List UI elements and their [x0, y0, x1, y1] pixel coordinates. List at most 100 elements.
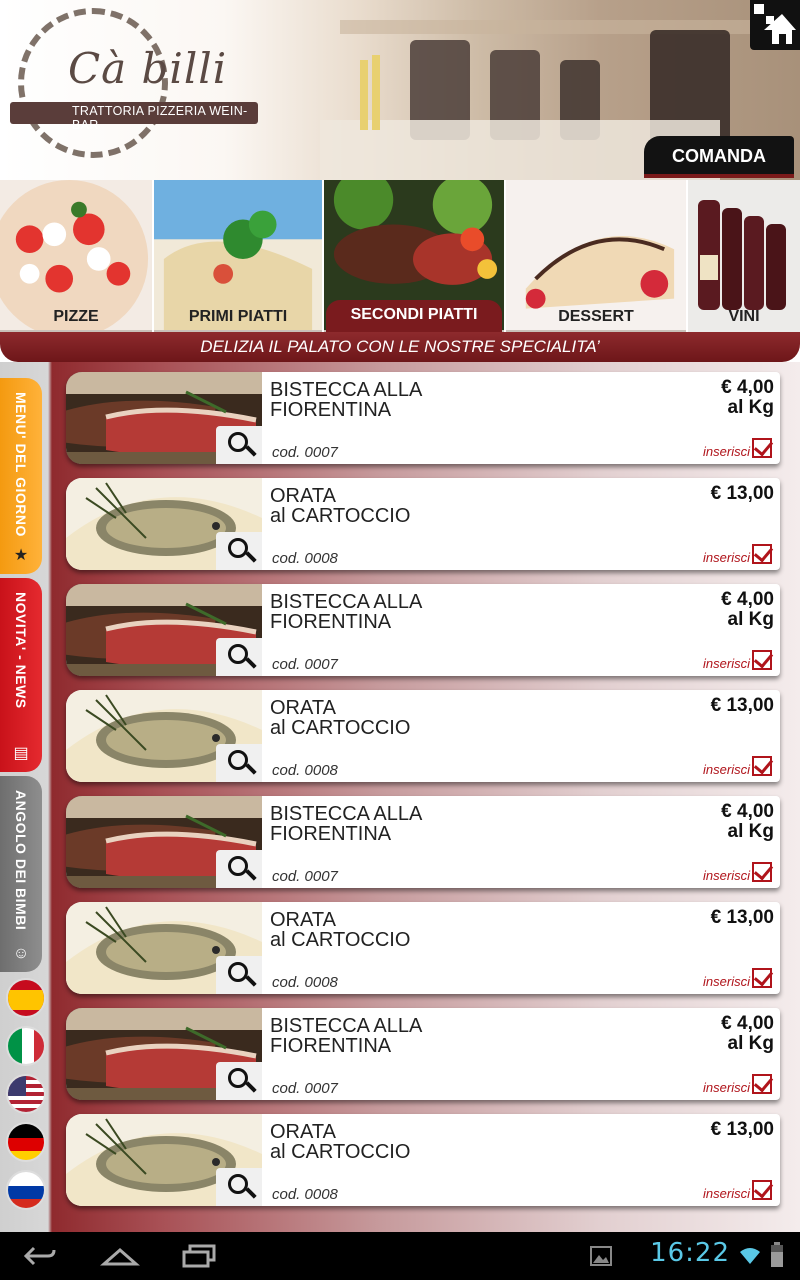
comanda-button[interactable]: COMANDA: [644, 136, 794, 178]
insert-label[interactable]: inserisci: [703, 656, 750, 671]
smiley-icon: ☺: [12, 945, 30, 962]
wifi-icon: [740, 1248, 760, 1264]
dish-code: cod. 0007: [272, 1080, 338, 1097]
dish-name-line1: ORATA: [270, 1121, 336, 1143]
recent-apps-icon[interactable]: [182, 1244, 218, 1268]
dish-name-line1: BISTECCA ALLA: [270, 803, 423, 825]
dish-price: € 13,00: [711, 908, 774, 928]
clock: 16:22: [650, 1238, 730, 1268]
dish-name-line2: FIORENTINA: [270, 1035, 392, 1057]
zoom-button[interactable]: [216, 850, 262, 888]
dish-item[interactable]: ORATA al CARTOCCIO cod. 0008 € 13,00 inseris…: [66, 478, 780, 570]
russia-flag[interactable]: [6, 1170, 46, 1210]
dish-price: € 4,00 al Kg: [721, 802, 774, 842]
dish-name: ORATA al CARTOCCIO: [270, 698, 410, 738]
dish-item[interactable]: BISTECCA ALLA FIORENTINA cod. 0007 € 4,00 al…: [66, 372, 780, 464]
price-value: € 4,00: [721, 377, 774, 398]
germany-flag[interactable]: [6, 1122, 46, 1162]
dish-name: BISTECCA ALLA FIORENTINA: [270, 592, 422, 632]
dish-code: cod. 0007: [272, 868, 338, 885]
insert-check-icon[interactable]: [752, 756, 772, 776]
price-value: € 13,00: [710, 907, 774, 928]
zoom-button[interactable]: [216, 1168, 262, 1206]
price-value: € 13,00: [710, 695, 774, 716]
dish-item[interactable]: BISTECCA ALLA FIORENTINA cod. 0007 € 4,00 al…: [66, 796, 780, 888]
insert-check-icon[interactable]: [752, 1074, 772, 1094]
news-icon: ▤: [13, 745, 29, 762]
dish-name: ORATA al CARTOCCIO: [270, 910, 410, 950]
tab-label: MENU' DEL GIORNO: [13, 392, 29, 537]
tab-menu-del-giorno[interactable]: MENU' DEL GIORNO ★: [0, 378, 42, 574]
dish-name-line1: BISTECCA ALLA: [270, 379, 423, 401]
insert-label[interactable]: inserisci: [703, 550, 750, 565]
dish-name-line2: al CARTOCCIO: [270, 929, 411, 951]
category-pizze[interactable]: PIZZE: [0, 180, 154, 332]
insert-check-icon[interactable]: [752, 544, 772, 564]
dish-item[interactable]: ORATA al CARTOCCIO cod. 0008 € 13,00 inseris…: [66, 902, 780, 994]
dish-name-line1: ORATA: [270, 697, 336, 719]
category-label: PRIMI PIATTI: [188, 308, 288, 325]
dish-name-line2: FIORENTINA: [270, 823, 392, 845]
category-vini[interactable]: VINI: [688, 180, 800, 332]
price-unit: al Kg: [727, 821, 774, 842]
price-unit: al Kg: [727, 397, 774, 418]
dish-price: € 4,00 al Kg: [721, 590, 774, 630]
logo-subtitle: TRATTORIA PIZZERIA WEIN-BAR: [72, 104, 248, 132]
gallery-icon: [590, 1246, 612, 1266]
dish-item[interactable]: ORATA al CARTOCCIO cod. 0008 € 13,00 inseris…: [66, 1114, 780, 1206]
price-value: € 4,00: [721, 1013, 774, 1034]
back-icon[interactable]: [22, 1242, 58, 1270]
insert-check-icon[interactable]: [752, 862, 772, 882]
dish-item[interactable]: BISTECCA ALLA FIORENTINA cod. 0007 € 4,00 al…: [66, 584, 780, 676]
insert-label[interactable]: inserisci: [703, 868, 750, 883]
dish-name-line1: BISTECCA ALLA: [270, 1015, 423, 1037]
insert-label[interactable]: inserisci: [703, 762, 750, 777]
insert-label[interactable]: inserisci: [703, 444, 750, 459]
zoom-button[interactable]: [216, 426, 262, 464]
dish-code: cod. 0007: [272, 444, 338, 461]
zoom-button[interactable]: [216, 744, 262, 782]
category-label: VINI: [728, 308, 760, 325]
spain-flag[interactable]: [6, 978, 46, 1018]
price-value: € 13,00: [710, 1119, 774, 1140]
dish-item[interactable]: ORATA al CARTOCCIO cod. 0008 € 13,00 inseris…: [66, 690, 780, 782]
dish-price: € 4,00 al Kg: [721, 378, 774, 418]
dish-name: BISTECCA ALLA FIORENTINA: [270, 380, 422, 420]
tab-novita-news[interactable]: NOVITA' - NEWS ▤: [0, 578, 42, 772]
zoom-button[interactable]: [216, 956, 262, 994]
category-primi-piatti[interactable]: PRIMI PIATTI: [154, 180, 324, 332]
dish-name-line2: FIORENTINA: [270, 611, 392, 633]
tab-angolo-dei-bimbi[interactable]: ANGOLO DEI BIMBI ☺: [0, 776, 42, 972]
category-strip: PIZZE PRIMI PIATTI SECONDI PIATTI DESSER…: [0, 180, 800, 332]
zoom-button[interactable]: [216, 1062, 262, 1100]
star-icon: ★: [13, 547, 29, 564]
dish-code: cod. 0008: [272, 550, 338, 567]
sidebar: MENU' DEL GIORNO ★ NOVITA' - NEWS ▤ ANGO…: [0, 372, 50, 1230]
insert-check-icon[interactable]: [752, 1180, 772, 1200]
category-label: DESSERT: [558, 308, 634, 325]
dish-name: BISTECCA ALLA FIORENTINA: [270, 1016, 422, 1056]
logo-name: Cà billi: [68, 44, 228, 93]
price-unit: al Kg: [727, 1033, 774, 1054]
zoom-button[interactable]: [216, 532, 262, 570]
insert-check-icon[interactable]: [752, 650, 772, 670]
category-dessert[interactable]: DESSERT: [506, 180, 688, 332]
insert-label[interactable]: inserisci: [703, 974, 750, 989]
insert-label[interactable]: inserisci: [703, 1080, 750, 1095]
zoom-button[interactable]: [216, 638, 262, 676]
italy-flag[interactable]: [6, 1026, 46, 1066]
insert-check-icon[interactable]: [752, 968, 772, 988]
tagline: DELIZIA IL PALATO CON LE NOSTRE SPECIALI…: [0, 332, 800, 362]
tab-label: NOVITA' - NEWS: [13, 592, 29, 709]
usa-flag[interactable]: [6, 1074, 46, 1114]
system-navbar: 16:22: [0, 1232, 800, 1280]
insert-label[interactable]: inserisci: [703, 1186, 750, 1201]
insert-check-icon[interactable]: [752, 438, 772, 458]
dish-item[interactable]: BISTECCA ALLA FIORENTINA cod. 0007 € 4,00 al…: [66, 1008, 780, 1100]
menu-area: MENU' DEL GIORNO ★ NOVITA' - NEWS ▤ ANGO…: [0, 362, 800, 1232]
price-value: € 4,00: [721, 801, 774, 822]
price-value: € 4,00: [721, 589, 774, 610]
home-button[interactable]: [750, 0, 800, 50]
category-secondi-piatti[interactable]: SECONDI PIATTI: [324, 180, 506, 332]
home-nav-icon[interactable]: [100, 1244, 140, 1268]
